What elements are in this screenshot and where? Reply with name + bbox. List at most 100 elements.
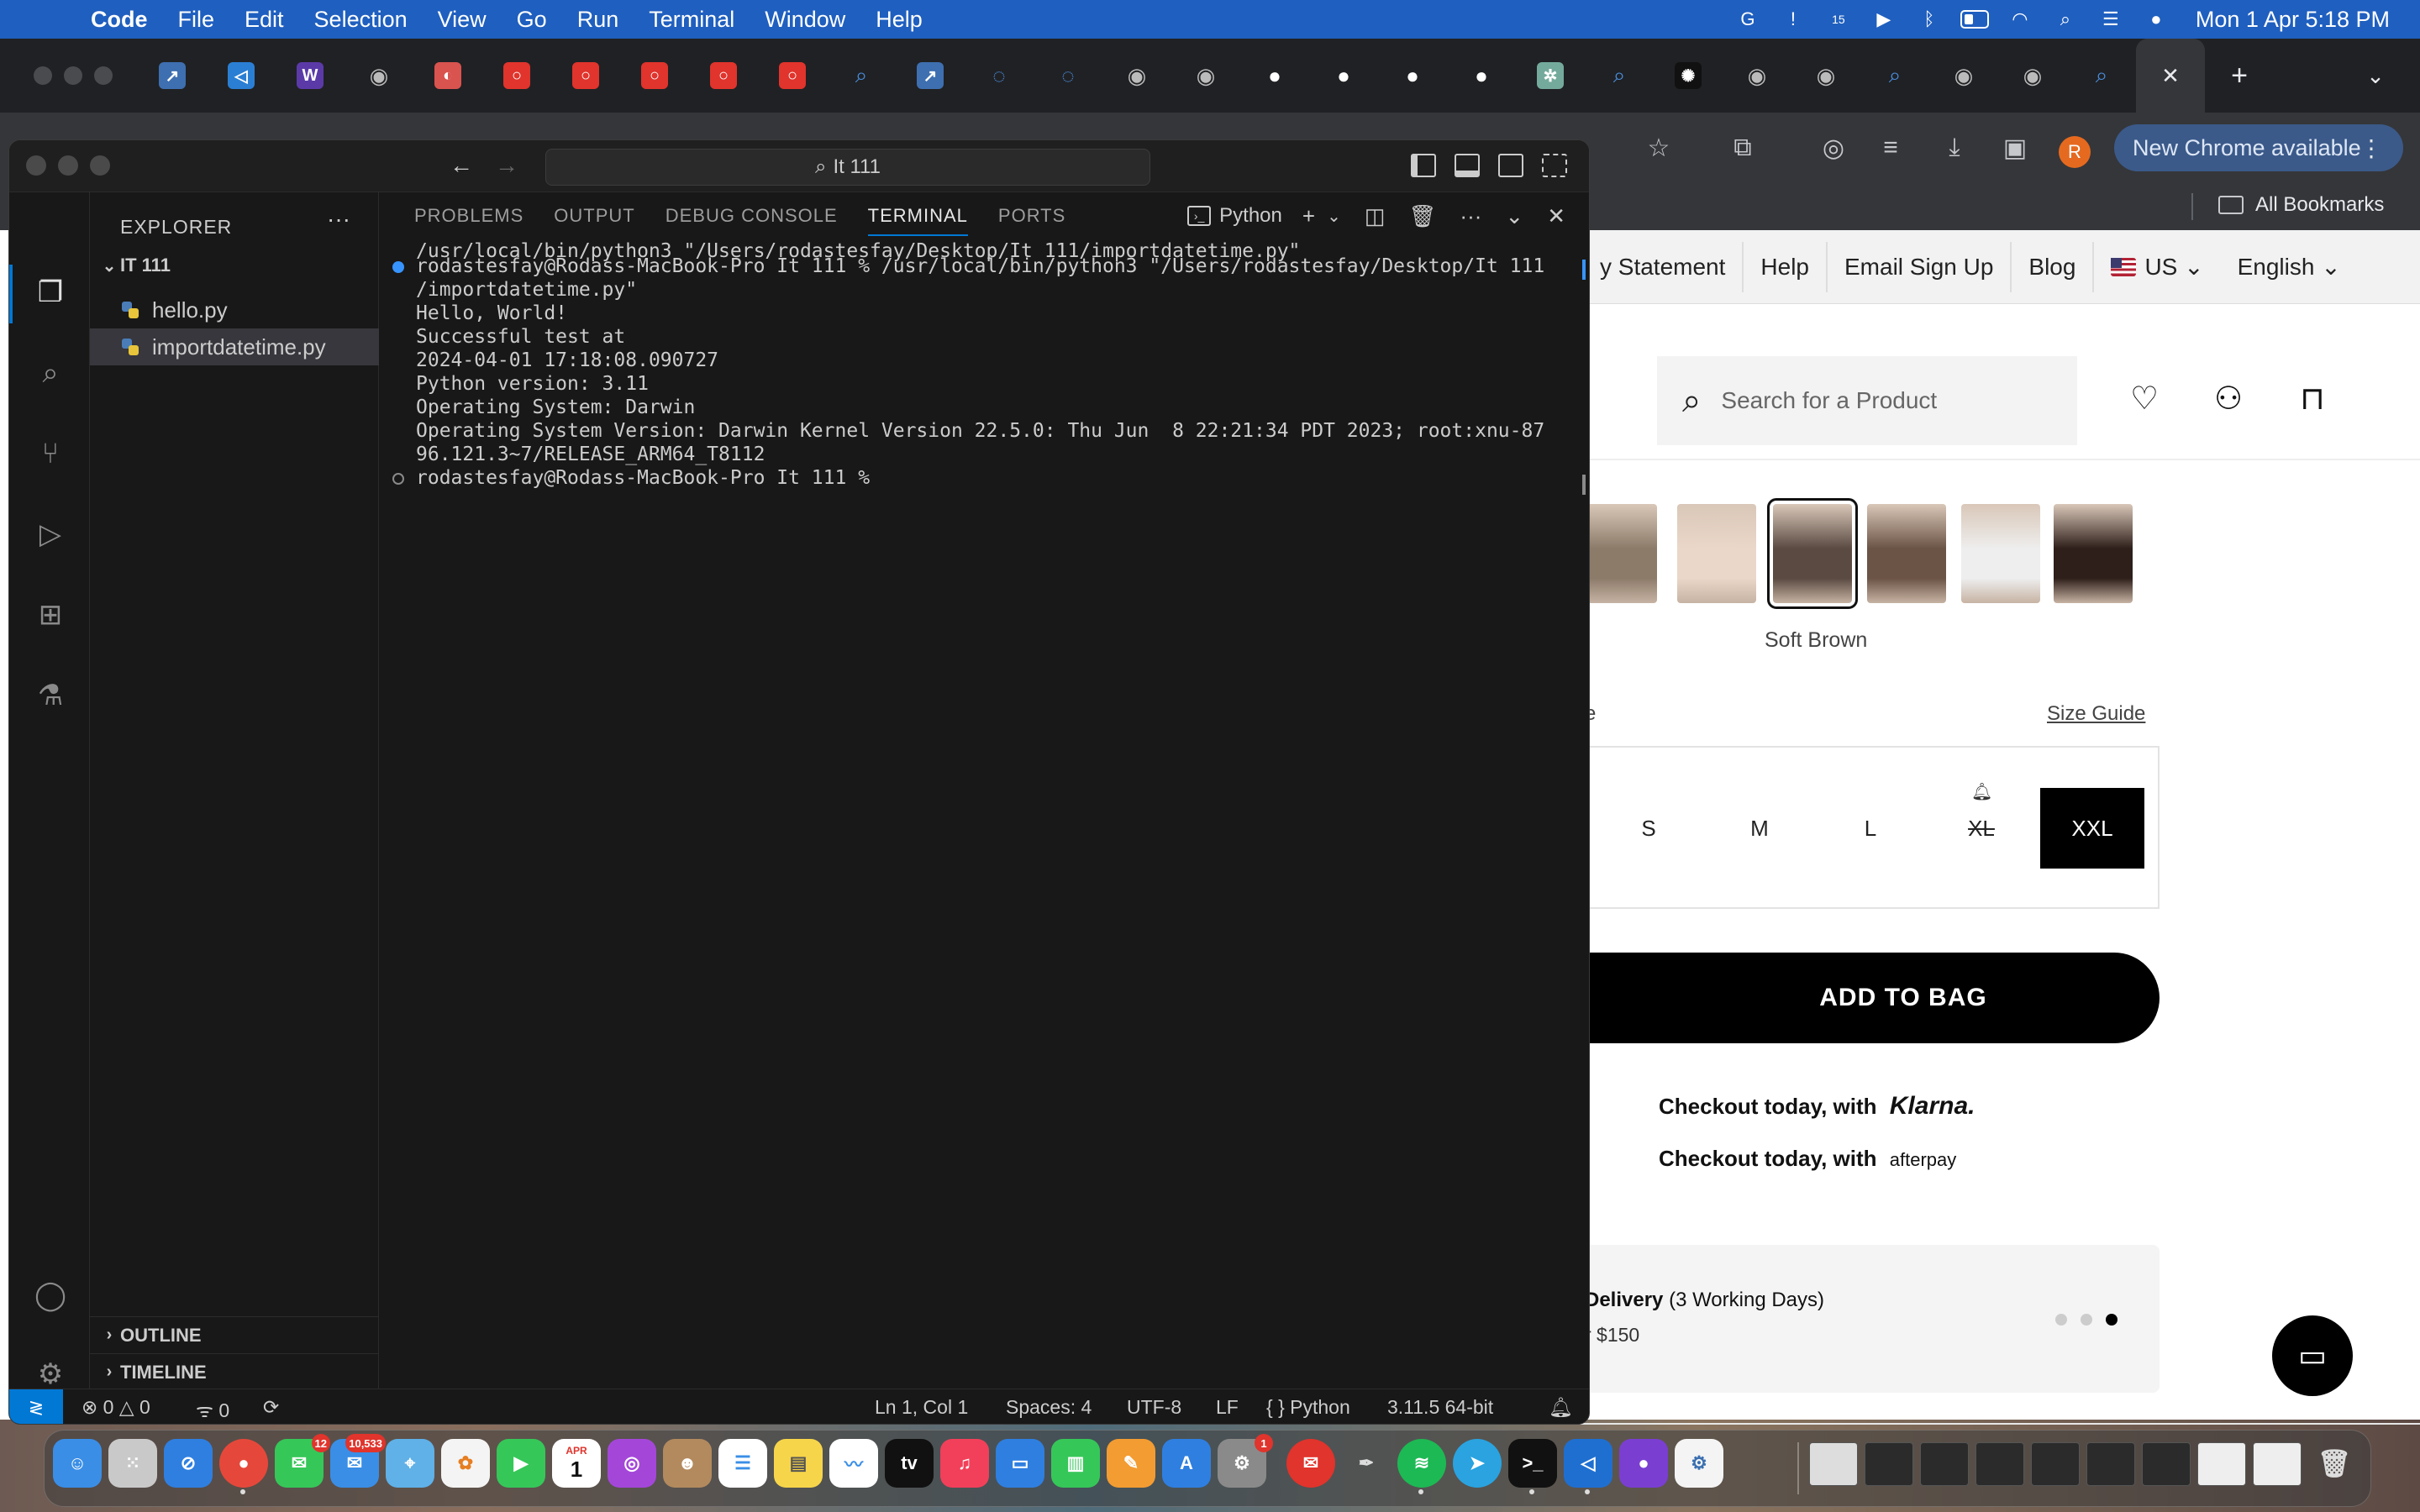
size-option-xl-unavailable[interactable]: XL	[1929, 788, 2033, 869]
tab-favicon-search[interactable]: ⌕	[1860, 39, 1929, 113]
app-store-icon[interactable]: A	[1162, 1439, 1211, 1488]
app-menu[interactable]: Code	[91, 7, 148, 33]
spotify-icon[interactable]: ≋	[1397, 1439, 1446, 1494]
carousel-dot[interactable]	[2055, 1314, 2067, 1326]
chrome-zoom-dot[interactable]	[94, 66, 113, 85]
minimized-window[interactable]	[2086, 1442, 2135, 1486]
new-chrome-available-button[interactable]: New Chrome available ⋮	[2114, 124, 2403, 171]
tab-favicon[interactable]: ◐	[413, 39, 482, 113]
vscode-zoom-dot[interactable]	[90, 155, 110, 176]
interpreter-status[interactable]: 3.11.5 64-bit	[1387, 1396, 1493, 1419]
apple-tv-icon[interactable]: tv	[885, 1439, 934, 1488]
run-debug-icon[interactable]: ▷	[31, 515, 70, 554]
accounts-icon[interactable]: ◯	[31, 1276, 70, 1315]
new-terminal-plus-icon[interactable]: +	[1302, 203, 1315, 229]
spotlight-search-icon[interactable]: ⌕	[2051, 7, 2080, 32]
carousel-dot[interactable]	[2081, 1314, 2092, 1326]
tab-favicon-globe[interactable]: ◉	[1791, 39, 1860, 113]
indentation-status[interactable]: Spaces: 4	[1006, 1396, 1092, 1419]
reminders-icon[interactable]: ☰	[718, 1439, 767, 1488]
color-swatch[interactable]	[1867, 504, 1946, 603]
maps-icon[interactable]: ⌖	[386, 1439, 434, 1488]
command-success-marker[interactable]	[392, 261, 404, 273]
keynote-icon[interactable]: ▭	[996, 1439, 1044, 1488]
color-swatch[interactable]	[2054, 504, 2133, 603]
split-terminal-icon[interactable]: ◫	[1365, 203, 1386, 229]
minimized-window[interactable]	[1809, 1442, 1858, 1486]
minimized-window[interactable]	[1975, 1442, 2024, 1486]
color-swatch[interactable]	[1961, 504, 2040, 603]
explorer-icon[interactable]: ❐	[31, 273, 70, 312]
back-arrow-icon[interactable]: ←	[450, 152, 473, 179]
tab-favicon-oracle[interactable]: ○	[482, 39, 551, 113]
tab-favicon-loading[interactable]: ◌	[965, 39, 1034, 113]
timeline-section[interactable]: › TIMELINE	[90, 1353, 379, 1390]
eol-status[interactable]: LF	[1216, 1396, 1239, 1419]
contacts-icon[interactable]: ☻	[663, 1439, 712, 1488]
tab-search-chevron-icon[interactable]: ⌄	[2341, 39, 2410, 113]
tab-problems[interactable]: PROBLEMS	[414, 192, 523, 239]
nav-statement[interactable]: y Statement	[1580, 242, 1742, 292]
size-option-s[interactable]: S	[1597, 788, 1701, 869]
numbers-icon[interactable]: ▥	[1051, 1439, 1100, 1488]
color-swatch[interactable]	[1677, 504, 1756, 603]
menu-file[interactable]: File	[178, 7, 215, 33]
command-pending-marker[interactable]	[392, 473, 404, 485]
chat-support-icon[interactable]: ▭	[2272, 1315, 2353, 1396]
minimized-window[interactable]	[2253, 1442, 2302, 1486]
minimized-window[interactable]	[1920, 1442, 1969, 1486]
size-option-xxl-selected[interactable]: XXL	[2040, 788, 2144, 869]
wishlist-heart-icon[interactable]: ♡	[2124, 378, 2165, 418]
extension-icon[interactable]: ⧉	[1726, 131, 1760, 165]
account-icon[interactable]: ⚇	[2208, 378, 2249, 418]
outline-section[interactable]: › OUTLINE	[90, 1316, 379, 1353]
tab-favicon-chatgpt[interactable]: ✲	[1516, 39, 1585, 113]
minimized-window[interactable]	[2142, 1442, 2191, 1486]
workspace-folder[interactable]: ⌄ IT 111	[98, 255, 171, 276]
warning-app-icon[interactable]: !	[1779, 7, 1807, 32]
python-launcher-icon[interactable]: ⚙	[1675, 1439, 1723, 1488]
podcasts-icon[interactable]: ◎	[608, 1439, 656, 1488]
product-search-input[interactable]: ⌕ Search for a Product	[1657, 356, 2077, 445]
tab-favicon-globe[interactable]: ◉	[1929, 39, 1998, 113]
menu-go[interactable]: Go	[517, 7, 547, 33]
size-option-l[interactable]: L	[1818, 788, 1923, 869]
more-vert-icon[interactable]: ⋮	[2360, 134, 2383, 162]
tab-favicon-search[interactable]: ⌕	[2067, 39, 2136, 113]
battery-icon[interactable]	[1960, 7, 1989, 32]
kill-terminal-trash-icon[interactable]: 🗑︎	[1408, 203, 1436, 229]
toggle-panel-icon[interactable]	[1455, 154, 1480, 177]
menu-window[interactable]: Window	[765, 7, 845, 33]
finder-icon[interactable]: ☺	[53, 1439, 102, 1488]
debug-status-icon[interactable]: ⟳	[263, 1396, 279, 1419]
download-icon[interactable]: ⤓	[1938, 131, 1971, 165]
remote-indicator-icon[interactable]: ≷	[9, 1389, 63, 1424]
toggle-secondary-sidebar-icon[interactable]	[1498, 154, 1523, 177]
tab-favicon-search[interactable]: ⌕	[1585, 39, 1654, 113]
add-to-bag-button[interactable]: ADD TO BAG	[1580, 953, 2160, 1043]
bluetooth-icon[interactable]: ᛒ	[1915, 7, 1944, 32]
terminal-app-icon[interactable]: >_	[1508, 1439, 1557, 1494]
nav-blog[interactable]: Blog	[2010, 241, 2092, 292]
tab-terminal[interactable]: TERMINAL	[867, 192, 969, 239]
color-swatch[interactable]	[1580, 504, 1657, 603]
menu-selection[interactable]: Selection	[314, 7, 408, 33]
source-control-icon[interactable]: ⑂	[31, 434, 70, 473]
tab-ports[interactable]: PORTS	[998, 192, 1065, 239]
tab-output[interactable]: OUTPUT	[554, 192, 634, 239]
minimized-window[interactable]	[2031, 1442, 2080, 1486]
bag-icon[interactable]: ⊓	[2292, 378, 2333, 418]
chrome-close-dot[interactable]	[34, 66, 52, 85]
bookmark-star-icon[interactable]: ☆	[1642, 131, 1676, 165]
tab-favicon-github[interactable]: ●	[1309, 39, 1378, 113]
toggle-primary-sidebar-icon[interactable]	[1411, 154, 1436, 177]
system-settings-icon[interactable]: ⚙ 1	[1218, 1434, 1273, 1488]
nav-help[interactable]: Help	[1742, 241, 1826, 292]
problems-status[interactable]: ⊗ 0 △ 0	[82, 1396, 150, 1419]
tab-favicon-globe[interactable]: ◉	[1102, 39, 1171, 113]
command-center-search[interactable]: ⌕ It 111	[545, 149, 1150, 186]
tab-favicon[interactable]: ↗	[138, 39, 207, 113]
menu-run[interactable]: Run	[577, 7, 619, 33]
language-selector[interactable]: English ⌄	[2221, 242, 2358, 292]
size-option-m[interactable]: M	[1707, 788, 1812, 869]
